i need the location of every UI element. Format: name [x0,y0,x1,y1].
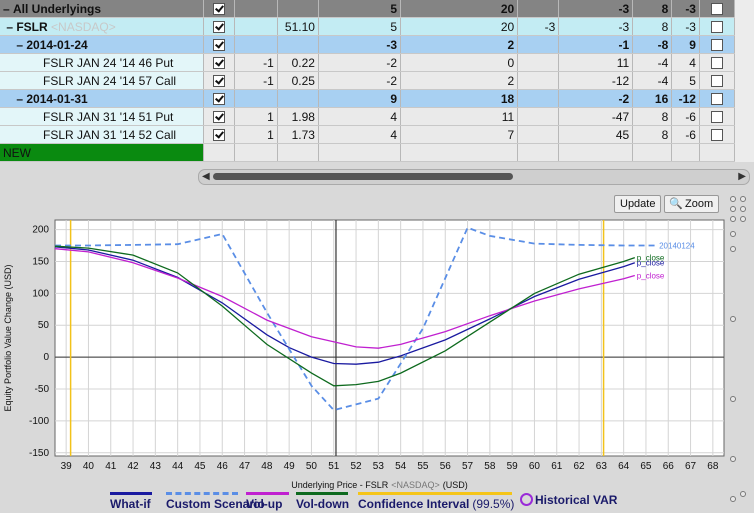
x-tick-label: 41 [105,461,117,472]
historical-var-label: Historical VAR [535,493,618,507]
grip-dot-icon [740,491,746,497]
legend-label: Vol-down [296,497,350,511]
legend-item[interactable]: Vol-up [246,497,282,511]
legend-swatch [110,492,152,495]
x-tick-label: 56 [440,461,452,472]
grip-dot-icon [730,496,736,502]
x-tick-label: 51 [328,461,340,472]
legend-label: Confidence Interval [358,497,470,511]
x-tick-label: 39 [61,461,73,472]
x-tick-label: 46 [217,461,229,472]
x-axis-label-exchange: <NASDAQ> [391,480,440,490]
grip-dot-icon [730,396,736,402]
x-tick-label: 52 [350,461,362,472]
historical-var-item[interactable]: Historical VAR [520,493,617,507]
x-tick-label: 67 [685,461,697,472]
x-tick-label: 43 [150,461,162,472]
x-tick-label: 40 [83,461,95,472]
x-tick-label: 48 [261,461,273,472]
x-tick-label: 57 [462,461,474,472]
x-tick-label: 59 [507,461,519,472]
grip-dot-icon [730,196,736,202]
x-tick-label: 50 [306,461,318,472]
x-tick-label: 49 [284,461,296,472]
x-tick-label: 68 [707,461,719,472]
grip-dot-icon [730,316,736,322]
x-tick-label: 55 [417,461,429,472]
legend-item[interactable]: What-if [110,497,151,511]
legend-swatch [166,492,238,495]
chart-legend: What-if Custom Scenario Vol-up Vol-down Conf… [110,490,630,513]
x-tick-label: 61 [551,461,563,472]
resize-handle[interactable] [726,196,750,511]
legend-item[interactable]: Confidence Interval (99.5%) [358,497,514,511]
circle-icon [520,493,533,506]
series-end-label: p_close [637,271,665,280]
y-axis-label: Equity Portfolio Value Change (USD) [3,265,13,412]
y-tick-label: -150 [29,448,49,459]
x-tick-label: 58 [484,461,496,472]
legend-item[interactable]: Vol-down [296,497,349,511]
grip-dot-icon [740,196,746,202]
y-tick-label: 150 [32,256,49,267]
grip-dot-icon [730,231,736,237]
grip-dot-icon [740,206,746,212]
x-tick-label: 47 [239,461,251,472]
y-tick-label: 100 [32,288,49,299]
grip-dot-icon [730,206,736,212]
legend-swatch [358,492,512,495]
x-tick-label: 45 [194,461,206,472]
x-tick-label: 54 [395,461,407,472]
legend-label: What-if [110,497,151,511]
y-tick-label: -100 [29,416,49,427]
y-tick-label: 0 [43,352,49,363]
x-axis-label-main: Underlying Price - FSLR [291,480,389,490]
what-if-chart: 39 40 41 42 43 44 45 46 47 48 49 50 51 52 53 54 55 56 57 58… [3,219,725,490]
grip-dot-icon [730,216,736,222]
legend-swatch [246,492,289,495]
x-tick-label: 42 [127,461,139,472]
x-tick-label: 62 [573,461,585,472]
grip-dot-icon [730,456,736,462]
series-end-label: 20140124 [659,242,695,251]
y-tick-label: -50 [35,384,50,395]
x-tick-label: 65 [640,461,652,472]
x-tick-label: 53 [373,461,385,472]
x-tick-label: 66 [663,461,675,472]
x-tick-label: 64 [618,461,630,472]
x-axis-label-unit: (USD) [443,480,468,490]
x-tick-label: 44 [172,461,184,472]
x-axis-label: Underlying Price - FSLR <NASDAQ> (USD) [291,480,468,490]
legend-label: Vol-up [246,497,283,511]
legend-swatch [296,492,348,495]
series-end-label: p_close [637,254,665,263]
y-tick-label: 200 [32,225,49,236]
x-tick-label: 60 [529,461,541,472]
x-tick-label: 63 [596,461,608,472]
legend-suffix: (99.5%) [472,497,515,511]
y-tick-label: 50 [38,320,50,331]
grip-dot-icon [730,246,736,252]
grip-dot-icon [740,216,746,222]
